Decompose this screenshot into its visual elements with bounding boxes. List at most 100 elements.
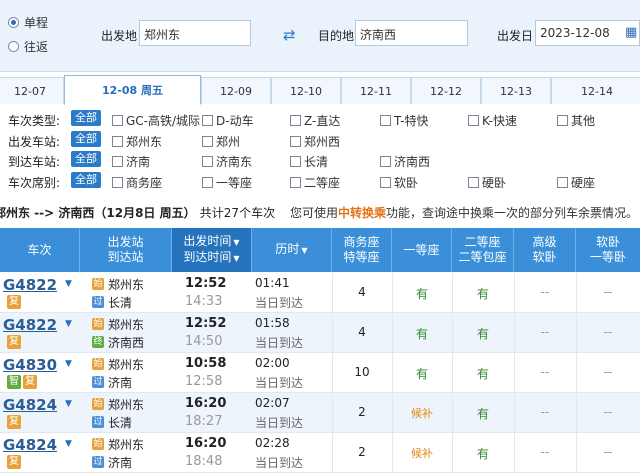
expand-stops-icon[interactable]: ▼ [65, 359, 72, 369]
route-text: 郑州东 --> 济南西（12月8日 周五） [0, 206, 196, 220]
select-all-button[interactable]: 全部 [71, 151, 101, 167]
select-all-button[interactable]: 全部 [71, 172, 101, 188]
table-row: G4830 ▼ 智复始郑州东过济南 10:58 12:58 02:00 当日到达 10 有有 --… [0, 353, 640, 393]
col-train[interactable]: 车次 [0, 228, 80, 272]
option-label: 硬卧 [482, 176, 507, 190]
seat-availability-soft: -- [603, 405, 613, 419]
station-type-icon: 过 [92, 376, 104, 388]
depart-time: 10:58 [185, 356, 227, 371]
filter-option[interactable]: 长清 [290, 153, 328, 170]
filter-option[interactable]: 二等座 [290, 174, 340, 191]
expand-stops-icon[interactable]: ▼ [65, 319, 72, 329]
col-second-class[interactable]: 二等座 二等包座 [452, 228, 514, 272]
arrive-station: 济南 [108, 376, 133, 390]
train-number-link[interactable]: G4824 [3, 396, 57, 414]
seat-availability-second[interactable]: 有 [452, 445, 514, 462]
arrive-day: 当日到达 [255, 416, 304, 430]
filter-option[interactable]: 一等座 [202, 174, 252, 191]
seat-availability-second[interactable]: 有 [452, 365, 514, 382]
arrive-day: 当日到达 [255, 456, 304, 470]
seat-availability-business[interactable]: 2 [332, 445, 392, 459]
col-business[interactable]: 商务座 特等座 [332, 228, 392, 272]
trip-type-roundtrip[interactable]: 往返 [8, 38, 48, 55]
seat-availability-first[interactable]: 有 [392, 285, 452, 302]
seat-availability-first[interactable]: 有 [392, 325, 452, 342]
swap-stations-icon[interactable]: ⇄ [283, 26, 296, 44]
search-bar: 单程 往返 出发地 郑州东 ⇄ 目的地 济南西 出发日 2023-12-08 ▦ [0, 0, 640, 72]
seat-availability-second[interactable]: 有 [452, 405, 514, 422]
tab-date-active[interactable]: 12-08 周五 [64, 75, 201, 105]
seat-availability-first[interactable]: 候补 [392, 445, 452, 461]
seat-availability-first[interactable]: 候补 [392, 405, 452, 421]
filter-option[interactable]: T-特快 [380, 112, 429, 129]
to-station-input[interactable]: 济南西 [355, 20, 468, 46]
expand-stops-icon[interactable]: ▼ [65, 439, 72, 449]
checkbox-icon [468, 177, 479, 188]
date-label: 出发日 [497, 29, 534, 43]
header-label: 二等座 [464, 235, 501, 249]
tab-date[interactable]: 12-07 [0, 77, 64, 104]
tab-date[interactable]: 12-09 [201, 77, 271, 104]
col-times[interactable]: 出发时间 ▼ 到达时间 ▼ [172, 228, 252, 272]
filter-option[interactable]: Z-直达 [290, 112, 340, 129]
train-number-link[interactable]: G4822 [3, 316, 57, 334]
filter-option[interactable]: 硬座 [557, 174, 595, 191]
station-type-icon: 过 [92, 416, 104, 428]
filter-option[interactable]: 其他 [557, 112, 595, 129]
from-station-input[interactable]: 郑州东 [139, 20, 251, 46]
train-number-link[interactable]: G4830 [3, 356, 57, 374]
tab-date[interactable]: 12-12 [411, 77, 481, 104]
train-number-link[interactable]: G4822 [3, 276, 57, 294]
to-label: 目的地 [318, 29, 355, 43]
filter-option[interactable]: 郑州西 [290, 133, 340, 150]
filter-option[interactable]: K-快速 [468, 112, 517, 129]
col-soft-sleeper[interactable]: 软卧 一等卧 [576, 228, 640, 272]
calendar-icon[interactable]: ▦ [625, 25, 637, 40]
depart-time: 12:52 [185, 316, 227, 331]
header-label: 出发时间 [183, 234, 232, 248]
header-label: 商务座 [343, 235, 380, 249]
header-label: 车次 [27, 242, 52, 257]
filter-option[interactable]: 济南西 [380, 153, 430, 170]
seat-availability-soft: -- [603, 365, 613, 379]
header-sort-label: 到达时间 ▼ [183, 250, 239, 266]
select-all-button[interactable]: 全部 [71, 131, 101, 147]
col-adv-soft-sleeper[interactable]: 高级 软卧 [514, 228, 576, 272]
tab-date[interactable]: 12-14 [551, 77, 640, 104]
sort-down-icon: ▼ [233, 254, 240, 263]
trip-type-oneway[interactable]: 单程 [8, 14, 48, 31]
filter-option[interactable]: D-动车 [202, 112, 254, 129]
tab-date[interactable]: 12-10 [271, 77, 341, 104]
filter-arrive-station: 到达车站: 全部 济南 济南东 长清 济南西 [0, 150, 640, 170]
filter-option[interactable]: 济南 [112, 153, 150, 170]
filter-option[interactable]: 软卧 [380, 174, 418, 191]
col-first-class[interactable]: 一等座 [392, 228, 452, 272]
header-label: 历时 [275, 242, 300, 256]
filter-option[interactable]: 商务座 [112, 174, 162, 191]
transfer-link[interactable]: 中转换乘 [338, 206, 386, 220]
tab-date[interactable]: 12-11 [341, 77, 411, 104]
arrive-time: 18:27 [185, 414, 223, 429]
option-label: 济南 [126, 155, 151, 169]
seat-availability-business[interactable]: 4 [332, 325, 392, 339]
filter-option[interactable]: 郑州 [202, 133, 240, 150]
seat-availability-first[interactable]: 有 [392, 365, 452, 382]
filter-option[interactable]: 郑州东 [112, 133, 162, 150]
seat-availability-second[interactable]: 有 [452, 325, 514, 342]
col-stations[interactable]: 出发站 到达站 [80, 228, 172, 272]
seat-availability-second[interactable]: 有 [452, 285, 514, 302]
seat-availability-business[interactable]: 10 [332, 365, 392, 379]
col-duration[interactable]: 历时 ▼ [252, 228, 332, 272]
option-label: K-快速 [482, 114, 517, 128]
filter-option[interactable]: GC-高铁/城际 [112, 112, 200, 129]
expand-stops-icon[interactable]: ▼ [65, 399, 72, 409]
select-all-button[interactable]: 全部 [71, 110, 101, 126]
route-summary: 郑州东 --> 济南西（12月8日 周五） 共计27个车次 [0, 204, 275, 221]
seat-availability-business[interactable]: 4 [332, 285, 392, 299]
filter-option[interactable]: 硬卧 [468, 174, 506, 191]
expand-stops-icon[interactable]: ▼ [65, 279, 72, 289]
filter-option[interactable]: 济南东 [202, 153, 252, 170]
train-number-link[interactable]: G4824 [3, 436, 57, 454]
tab-date[interactable]: 12-13 [481, 77, 551, 104]
seat-availability-business[interactable]: 2 [332, 405, 392, 419]
